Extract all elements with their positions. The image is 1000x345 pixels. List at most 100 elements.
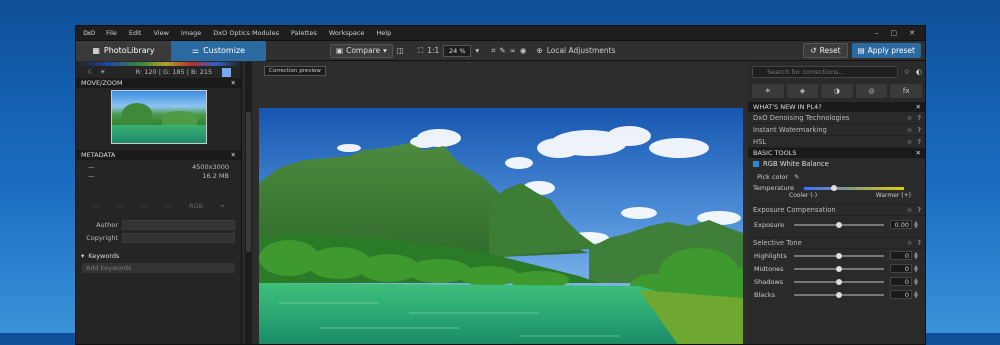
white-balance-header[interactable]: RGB White Balance [753,160,921,168]
search-input[interactable]: Search for corrections... [752,66,898,78]
slider-knob[interactable] [831,184,838,191]
menu-edit[interactable]: Edit [123,26,148,41]
stepper-icon[interactable]: ▲ ▼ [912,290,920,299]
whats-new-title: WHAT'S NEW IN PL4? [753,103,822,111]
menu-dxo-optics-modules[interactable]: DxO Optics Modules [207,26,285,41]
tab-geometry[interactable]: ◎ [855,84,888,98]
keywords-header[interactable]: ▾ Keywords [76,251,241,261]
split-view-icon[interactable]: ◫ [397,46,404,55]
highlights-slider[interactable] [794,252,884,259]
color-space: RGB [188,202,203,210]
metadata-header[interactable]: METADATA ✕ [76,150,241,160]
highlights-value[interactable]: 0 [890,251,912,260]
tab-detail[interactable]: ◑ [821,84,853,98]
tab-effects[interactable]: fx [890,84,922,98]
blacks-value[interactable]: 0 [890,290,912,299]
stepper-icon[interactable]: ▲ ▼ [912,264,920,273]
close-icon[interactable]: ✕ [231,79,236,87]
tab-color[interactable]: ◈ [786,84,819,98]
menu-image[interactable]: Image [175,26,207,41]
exposure-slider[interactable] [794,221,884,228]
list-item[interactable]: HSL ☆? [748,136,925,148]
keywords-input[interactable]: Add keywords [82,263,235,273]
sun-icon[interactable]: ☀ [100,68,106,76]
image-viewer[interactable]: Correction preview [252,62,748,344]
help-icon[interactable]: ? [918,206,921,214]
local-adjustments-button[interactable]: Local Adjustments [547,46,616,55]
ratio-button[interactable]: 1:1 [427,46,439,55]
zoom-field[interactable]: 24 % [443,44,472,57]
basic-tools-header[interactable]: BASIC TOOLS ✕ [748,148,925,158]
move-zoom-header[interactable]: MOVE/ZOOM ✕ [76,78,241,88]
close-button[interactable]: ✕ [909,29,915,37]
help-icon[interactable]: ? [918,126,921,134]
menu-view[interactable]: View [147,26,174,41]
star-icon[interactable]: ☆ [907,126,913,134]
local-adjustments-icon[interactable]: ⊕ [536,46,542,55]
left-panel-scrollbar[interactable] [245,62,252,344]
apply-preset-button[interactable]: ▤ Apply preset [851,43,921,58]
blacks-slider[interactable] [794,291,884,298]
list-item[interactable]: DxO Denoising Technologies ☆? [748,112,925,124]
enable-checkbox[interactable] [753,161,759,167]
slider-knob[interactable] [836,221,842,228]
stepper-icon[interactable]: ▲ ▼ [912,220,920,229]
photo-preview[interactable] [259,108,743,344]
reset-button[interactable]: ↺ Reset [803,43,848,58]
stepper-icon[interactable]: ▲ ▼ [912,277,920,286]
star-icon[interactable]: ☆ [907,206,913,214]
close-icon[interactable]: ✕ [231,151,236,159]
crop-icon[interactable]: ⌗ [491,46,495,56]
toggle-icon[interactable]: ◐ [916,68,922,76]
star-icon[interactable]: ☆ [907,138,913,146]
moon-icon[interactable]: ☾ [88,68,94,76]
tone-label: Highlights [754,251,787,260]
midtones-slider[interactable] [794,265,884,272]
copyright-label: Copyright [86,233,118,242]
close-icon[interactable]: ✕ [916,149,921,157]
star-icon[interactable]: ☆ [907,239,913,247]
slider-knob[interactable] [836,252,842,259]
minimize-button[interactable]: – [875,29,879,37]
star-icon[interactable]: ☆ [904,68,910,76]
temperature-slider[interactable] [804,184,905,191]
tab-light[interactable]: ☀ [752,84,784,98]
eye-icon[interactable]: ◉ [520,46,527,55]
menu-file[interactable]: File [100,26,123,41]
shadows-slider[interactable] [794,278,884,285]
help-icon[interactable]: ? [918,239,921,247]
list-item[interactable]: Instant Watermarking ☆? [748,124,925,136]
maximize-button[interactable]: ▢ [891,29,898,37]
menu-workspace[interactable]: Workspace [323,26,371,41]
chevron-down-icon[interactable]: ▾ [475,46,479,55]
tab-photolibrary[interactable]: ▦ PhotoLibrary [76,40,171,61]
eyedropper-icon[interactable]: ✎ [499,46,505,55]
help-icon[interactable]: ? [918,114,921,122]
link-icon[interactable]: ∞ [510,46,516,55]
slider-knob[interactable] [836,291,842,298]
metadata-title: METADATA [81,151,116,159]
compare-button[interactable]: ▣ Compare ▾ [330,43,393,58]
author-input[interactable] [122,219,235,230]
copyright-input[interactable] [122,232,235,243]
color-swatch [222,67,232,77]
midtones-value[interactable]: 0 [890,264,912,273]
scrollbar-thumb[interactable] [246,112,251,252]
exposure-section-header[interactable]: Exposure Compensation ☆? [748,204,925,216]
slider-knob[interactable] [836,265,842,272]
shadows-value[interactable]: 0 [890,277,912,286]
help-icon[interactable]: ? [918,138,921,146]
slider-knob[interactable] [836,278,842,285]
whats-new-header[interactable]: WHAT'S NEW IN PL4? ✕ [748,102,925,112]
menu-help[interactable]: Help [370,26,397,41]
selective-tone-header[interactable]: Selective Tone ☆? [748,237,925,249]
fit-screen-icon[interactable]: ⛶ [418,46,423,56]
eyedropper-icon[interactable]: ✎ [794,173,799,181]
menu-palettes[interactable]: Palettes [285,26,323,41]
star-icon[interactable]: ☆ [907,114,913,122]
exposure-value[interactable]: 0.00 [890,220,912,229]
navigator-thumbnail[interactable] [110,90,207,144]
close-icon[interactable]: ✕ [916,103,921,111]
tab-customize[interactable]: ⚌ Customize [171,40,266,61]
stepper-icon[interactable]: ▲ ▼ [912,251,920,260]
